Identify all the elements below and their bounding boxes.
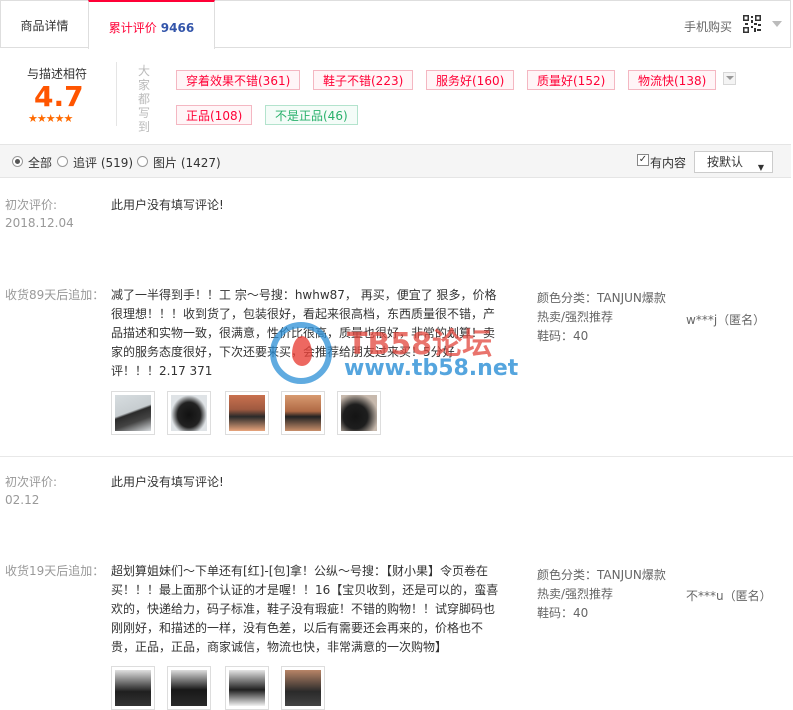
review-photo-thumbnail[interactable] <box>111 666 155 710</box>
review-date: 02.12 <box>5 493 40 507</box>
qr-code-icon[interactable] <box>742 14 762 34</box>
review-meta-label: 收货19天后追加： <box>5 564 105 578</box>
rating-score: 4.7 <box>34 80 84 113</box>
tab-reviews-label: 累计评价 <box>108 21 157 35</box>
review-tag[interactable]: 鞋子不错(223) <box>313 70 414 90</box>
filter-append-radio[interactable] <box>57 156 68 167</box>
sku-size: 鞋码：40 <box>537 329 589 343</box>
tab-reviews[interactable]: 累计评价 9466 <box>88 0 215 49</box>
watermark-url: www.tb58.net <box>344 356 519 381</box>
review-meta-label: 初次评价: <box>5 475 58 489</box>
review-filter-bar: 全部 追评 (519) 图片 (1427) ✓ 有内容 按默认 ▼ <box>0 144 791 178</box>
filter-pictures-radio[interactable] <box>137 156 148 167</box>
review-tag-negative[interactable]: 不是正品(46) <box>265 105 358 125</box>
filter-pictures-label[interactable]: 图片 (1427) <box>153 154 221 171</box>
sku-size: 鞋码：40 <box>537 606 589 620</box>
review-sku: 颜色分类：TANJUN爆款热卖/强烈推荐 鞋码：40 <box>537 289 677 346</box>
tab-product-detail[interactable]: 商品详情 <box>1 1 88 48</box>
sort-select[interactable]: 按默认 ▼ <box>694 151 773 173</box>
rating-stars-icon: ★★★★★ <box>28 112 73 125</box>
divider <box>116 62 117 126</box>
review-user: w***j（匿名） <box>686 313 766 327</box>
review-text: 超划算姐妹们～下单还有[红]-[包]拿！公纵～号搜：【财小果】令页卷在买！！！最… <box>111 564 499 654</box>
expand-tags-button[interactable] <box>723 72 736 85</box>
review-meta-label: 初次评价: <box>5 198 58 212</box>
review-photo-thumbnail[interactable] <box>167 391 211 435</box>
review-photo-thumbnail[interactable] <box>167 666 211 710</box>
review-tag[interactable]: 质量好(152) <box>527 70 616 90</box>
tab-bar: 商品详情 累计评价 9466 手机购买 <box>0 0 791 49</box>
review-meta: 初次评价: 02.12 <box>5 473 57 509</box>
chevron-down-icon[interactable] <box>772 21 782 27</box>
review-tag[interactable]: 物流快(138) <box>628 70 717 90</box>
filter-all-label[interactable]: 全部 <box>28 154 52 171</box>
sort-select-value: 按默认 <box>707 155 744 169</box>
review-photo-thumbnail[interactable] <box>281 391 325 435</box>
chevron-down-icon: ▼ <box>757 163 764 172</box>
filter-append-label[interactable]: 追评 (519) <box>73 154 133 171</box>
review-photo-thumbnail[interactable] <box>281 666 325 710</box>
sku-color: 颜色分类：TANJUN爆款热卖/强烈推荐 <box>537 568 666 601</box>
review-tag[interactable]: 穿着效果不错(361) <box>176 70 301 90</box>
watermark-drop-icon <box>292 336 312 366</box>
tab-reviews-count: 9466 <box>160 21 195 35</box>
review-sku: 颜色分类：TANJUN爆款热卖/强烈推荐 鞋码：40 <box>537 566 677 623</box>
mobile-buy-link[interactable]: 手机购买 <box>684 18 732 35</box>
review-text: 此用户没有填写评论! <box>111 475 224 489</box>
review-photo-thumbnail[interactable] <box>225 666 269 710</box>
review-meta-label: 收货89天后追加： <box>5 288 105 302</box>
has-content-label[interactable]: 有内容 <box>650 154 686 171</box>
review-photo-thumbnail[interactable] <box>337 391 381 435</box>
review-meta: 初次评价: 2018.12.04 <box>5 196 74 232</box>
has-content-checkbox[interactable]: ✓ <box>637 154 649 166</box>
everyone-wrote-label: 大家都写到 <box>138 64 151 134</box>
review-date: 2018.12.04 <box>5 216 74 230</box>
review-text: 此用户没有填写评论! <box>111 198 224 212</box>
review-tag[interactable]: 服务好(160) <box>426 70 515 90</box>
sku-color: 颜色分类：TANJUN爆款热卖/强烈推荐 <box>537 291 666 324</box>
review-photo-thumbnail[interactable] <box>111 391 155 435</box>
review-separator <box>0 456 793 457</box>
filter-all-radio[interactable] <box>12 156 23 167</box>
review-photo-thumbnail[interactable] <box>225 391 269 435</box>
review-user: 不***u（匿名） <box>686 589 772 603</box>
review-tag[interactable]: 正品(108) <box>176 105 253 125</box>
